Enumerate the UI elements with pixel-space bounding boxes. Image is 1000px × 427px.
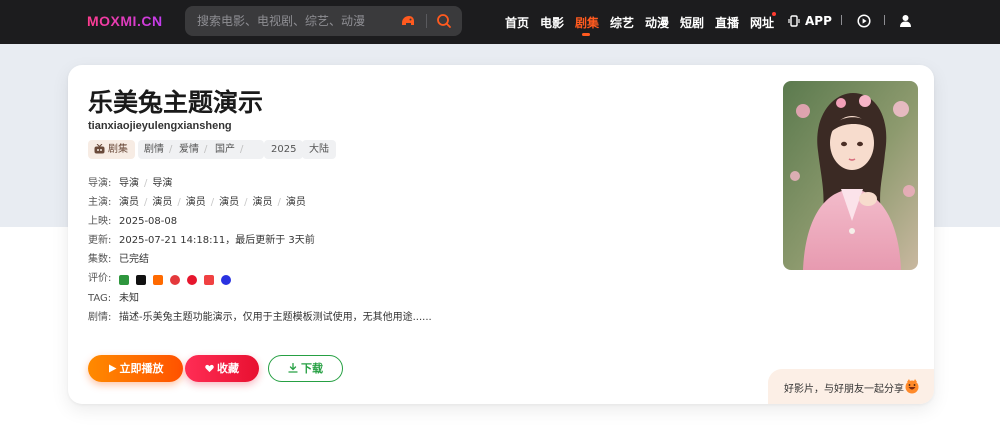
- genre-tag[interactable]: 国产: [215, 140, 235, 159]
- nav-home[interactable]: 首页: [505, 14, 529, 31]
- nav-links[interactable]: 网址: [750, 14, 774, 31]
- cast-name[interactable]: 演员: [219, 197, 239, 208]
- episodes-status: 已完结: [119, 254, 149, 265]
- region-tag[interactable]: 大陆: [302, 140, 336, 159]
- director-label: 导演:: [88, 178, 112, 189]
- douyin-icon[interactable]: [136, 275, 146, 285]
- release-label: 上映:: [88, 216, 112, 227]
- smile-emoji-icon: [905, 379, 919, 394]
- plot-text: 描述-乐美兔主题功能演示，仅用于主题模板测试使用，无其他用途......: [119, 312, 432, 323]
- genre-tag[interactable]: 剧情: [144, 140, 164, 159]
- download-button[interactable]: 下载: [268, 355, 343, 382]
- site-logo[interactable]: MOXMI.CN: [87, 13, 163, 29]
- baidu-icon[interactable]: [221, 275, 231, 285]
- nav-divider: [841, 15, 842, 25]
- nav-variety[interactable]: 综艺: [610, 14, 634, 31]
- nav-app[interactable]: APP: [805, 14, 832, 28]
- play-button-label: 立即播放: [119, 362, 164, 375]
- kuaishou-icon[interactable]: [170, 275, 180, 285]
- xiaohongshu-icon[interactable]: [153, 275, 163, 285]
- nav-movies[interactable]: 电影: [540, 14, 564, 31]
- app-phone-icon[interactable]: [788, 15, 800, 27]
- subtitle-pinyin: tianxiaojieyulengxiansheng: [88, 120, 232, 132]
- plot-row: 剧情: 描述-乐美兔主题功能演示，仅用于主题模板测试使用，无其他用途......: [88, 308, 432, 323]
- cast-name[interactable]: 演员: [152, 197, 172, 208]
- cast-name[interactable]: 演员: [286, 197, 306, 208]
- cast-name[interactable]: 演员: [119, 197, 139, 208]
- cast-row: 主演: 演员 / 演员 / 演员 / 演员 / 演员 / 演员: [88, 193, 306, 208]
- douban-icon[interactable]: [119, 275, 129, 285]
- user-icon[interactable]: [899, 14, 912, 27]
- rating-platforms: [119, 275, 238, 286]
- search-box: [185, 6, 462, 36]
- heart-icon: [205, 364, 214, 373]
- director-name[interactable]: 导演: [152, 178, 172, 189]
- tv-icon: [94, 144, 105, 154]
- nav-short-drama[interactable]: 短剧: [680, 14, 704, 31]
- play-history-icon[interactable]: [857, 14, 871, 28]
- page-title: 乐美兔主题演示: [88, 88, 264, 117]
- type-tag[interactable]: 剧集: [88, 140, 135, 159]
- update-row: 更新: 2025-07-21 14:18:11，最后更新于 3天前: [88, 231, 315, 246]
- rating-label: 评价:: [88, 273, 112, 284]
- search-icon[interactable]: [435, 12, 453, 30]
- cast-name[interactable]: 演员: [186, 197, 206, 208]
- weibo-icon[interactable]: [187, 275, 197, 285]
- nav-live[interactable]: 直播: [715, 14, 739, 31]
- cast-name[interactable]: 演员: [253, 197, 273, 208]
- episodes-row: 集数: 已完结: [88, 250, 149, 265]
- rating-row: 评价:: [88, 269, 238, 286]
- genre-tags: 剧情 / 爱情 / 国产 /: [138, 140, 264, 159]
- tag-row: TAG: 未知: [88, 289, 139, 304]
- detail-card: 乐美兔主题演示 tianxiaojieyulengxiansheng 剧集 剧情…: [68, 65, 934, 404]
- nav-series[interactable]: 剧集: [575, 14, 599, 36]
- favorite-button[interactable]: 收藏: [185, 355, 259, 382]
- director-name[interactable]: 导演: [119, 178, 139, 189]
- update-time: 2025-07-21 14:18:11，最后更新于 3天前: [119, 235, 315, 246]
- play-button[interactable]: 立即播放: [88, 355, 183, 382]
- year-tag[interactable]: 2025: [264, 140, 304, 159]
- search-divider: [426, 14, 427, 28]
- tag-value: 未知: [119, 293, 139, 304]
- tag-label: TAG:: [88, 293, 112, 304]
- new-badge-dot: [772, 12, 776, 16]
- type-tag-label: 剧集: [108, 144, 128, 155]
- director-row: 导演: 导演 / 导演: [88, 174, 172, 189]
- genre-tag[interactable]: 爱情: [179, 140, 199, 159]
- poster-image[interactable]: [783, 81, 918, 270]
- plot-label: 剧情:: [88, 312, 112, 323]
- nav-anime[interactable]: 动漫: [645, 14, 669, 31]
- cat-mascot-icon[interactable]: [400, 13, 416, 29]
- nav-divider-2: [884, 15, 885, 25]
- cast-label: 主演:: [88, 197, 112, 208]
- share-text: 好影片，与好朋友一起分享: [784, 384, 904, 395]
- update-label: 更新:: [88, 235, 112, 246]
- episodes-label: 集数:: [88, 254, 112, 265]
- release-row: 上映: 2025-08-08: [88, 212, 178, 227]
- play-icon: [108, 364, 116, 373]
- share-banner[interactable]: 好影片，与好朋友一起分享: [768, 369, 934, 404]
- download-button-label: 下载: [301, 362, 323, 375]
- search-input[interactable]: [197, 13, 397, 29]
- toutiao-icon[interactable]: [204, 275, 214, 285]
- top-nav-bar: MOXMI.CN 首页 电影 剧集 综艺 动漫 短剧 直播 网址 APP: [0, 0, 1000, 44]
- download-icon: [288, 362, 298, 373]
- favorite-button-label: 收藏: [217, 362, 239, 375]
- release-date: 2025-08-08: [119, 216, 178, 227]
